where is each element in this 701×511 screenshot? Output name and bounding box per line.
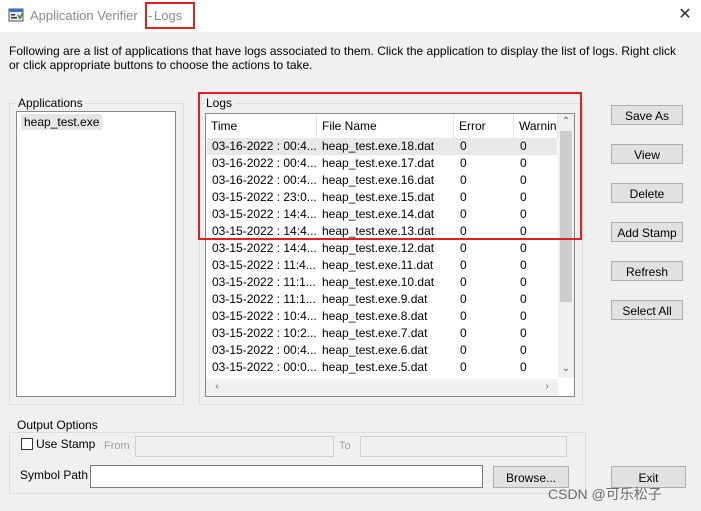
log-cell-file: heap_test.exe.6.dat bbox=[322, 343, 428, 357]
log-cell-error: 0 bbox=[460, 292, 467, 306]
log-cell-time: 03-15-2022 : 11:1... bbox=[212, 275, 316, 289]
log-row[interactable]: 03-15-2022 : 14:4... heap_test.exe.12.dat… bbox=[207, 240, 557, 257]
log-cell-time: 03-15-2022 : 00:4... bbox=[212, 343, 316, 357]
close-icon[interactable]: ✕ bbox=[676, 6, 694, 24]
log-cell-error: 0 bbox=[460, 326, 467, 340]
log-cell-error: 0 bbox=[460, 275, 467, 289]
symbol-path-label: Symbol Path bbox=[20, 468, 89, 482]
log-cell-warning: 0 bbox=[520, 343, 527, 357]
scroll-down-icon[interactable]: ⌄ bbox=[559, 362, 573, 376]
log-cell-file: heap_test.exe.10.dat bbox=[322, 275, 435, 289]
log-cell-file: heap_test.exe.11.dat bbox=[322, 258, 434, 272]
log-cell-error: 0 bbox=[460, 343, 467, 357]
output-options-label: Output Options bbox=[15, 418, 100, 432]
use-stamp-checkbox[interactable] bbox=[21, 438, 33, 450]
use-stamp-label: Use Stamp bbox=[36, 437, 96, 451]
log-cell-file: heap_test.exe.9.dat bbox=[322, 292, 428, 306]
log-row[interactable]: 03-15-2022 : 11:1... heap_test.exe.9.dat 0… bbox=[207, 291, 557, 308]
scroll-left-icon[interactable]: ‹ bbox=[210, 380, 224, 394]
add-stamp-button[interactable]: Add Stamp bbox=[611, 222, 683, 242]
log-row[interactable]: 03-15-2022 : 11:4... heap_test.exe.11.dat… bbox=[207, 257, 557, 274]
window-title: Application Verifier bbox=[30, 8, 138, 23]
log-cell-warning: 0 bbox=[520, 258, 527, 272]
to-field[interactable] bbox=[360, 436, 567, 457]
from-field[interactable] bbox=[135, 436, 334, 457]
log-row[interactable]: 03-15-2022 : 10:4... heap_test.exe.8.dat 0… bbox=[207, 308, 557, 325]
log-cell-file: heap_test.exe.7.dat bbox=[322, 326, 428, 340]
log-cell-time: 03-15-2022 : 00:0... bbox=[212, 360, 316, 374]
log-cell-time: 03-15-2022 : 10:4... bbox=[212, 309, 316, 323]
from-label: From bbox=[104, 440, 130, 452]
log-cell-warning: 0 bbox=[520, 360, 527, 374]
log-cell-error: 0 bbox=[460, 258, 467, 272]
log-cell-warning: 0 bbox=[520, 292, 527, 306]
applications-list[interactable]: heap_test.exe bbox=[16, 111, 176, 397]
log-cell-warning: 0 bbox=[520, 241, 527, 255]
to-label: To bbox=[339, 440, 351, 452]
log-row[interactable]: 03-15-2022 : 00:4... heap_test.exe.6.dat 0… bbox=[207, 342, 557, 359]
view-button[interactable]: View bbox=[611, 144, 683, 164]
refresh-button[interactable]: Refresh bbox=[611, 261, 683, 281]
logs-horizontal-scrollbar[interactable]: ‹ › bbox=[206, 379, 558, 396]
log-cell-warning: 0 bbox=[520, 275, 527, 289]
delete-button[interactable]: Delete bbox=[611, 183, 683, 203]
log-cell-time: 03-15-2022 : 11:1... bbox=[212, 292, 316, 306]
log-cell-file: heap_test.exe.8.dat bbox=[322, 309, 428, 323]
log-cell-warning: 0 bbox=[520, 326, 527, 340]
select-all-button[interactable]: Select All bbox=[611, 300, 683, 320]
log-cell-time: 03-15-2022 : 14:4... bbox=[212, 241, 316, 255]
scroll-right-icon[interactable]: › bbox=[540, 380, 554, 394]
logs-highlight-box bbox=[198, 92, 582, 240]
watermark: CSDN @可乐松子 bbox=[548, 486, 662, 502]
log-cell-error: 0 bbox=[460, 360, 467, 374]
title-highlight-box bbox=[145, 2, 195, 29]
application-verifier-icon bbox=[8, 7, 24, 23]
log-cell-file: heap_test.exe.5.dat bbox=[322, 360, 428, 374]
log-cell-warning: 0 bbox=[520, 309, 527, 323]
symbol-path-input[interactable] bbox=[90, 465, 483, 488]
log-cell-file: heap_test.exe.12.dat bbox=[322, 241, 435, 255]
log-cell-time: 03-15-2022 : 10:2... bbox=[212, 326, 316, 340]
log-row[interactable]: 03-15-2022 : 10:2... heap_test.exe.7.dat 0… bbox=[207, 325, 557, 342]
save-as-button[interactable]: Save As bbox=[611, 105, 683, 125]
log-row[interactable]: 03-15-2022 : 11:1... heap_test.exe.10.dat… bbox=[207, 274, 557, 291]
log-cell-error: 0 bbox=[460, 241, 467, 255]
instructions-text: Following are a list of applications tha… bbox=[9, 44, 677, 72]
applications-label: Applications bbox=[16, 96, 85, 110]
log-row[interactable]: 03-15-2022 : 00:0... heap_test.exe.5.dat 0… bbox=[207, 359, 557, 376]
application-item[interactable]: heap_test.exe bbox=[21, 114, 103, 130]
log-cell-time: 03-15-2022 : 11:4... bbox=[212, 258, 316, 272]
log-cell-error: 0 bbox=[460, 309, 467, 323]
application-item-label: heap_test.exe bbox=[24, 115, 100, 129]
